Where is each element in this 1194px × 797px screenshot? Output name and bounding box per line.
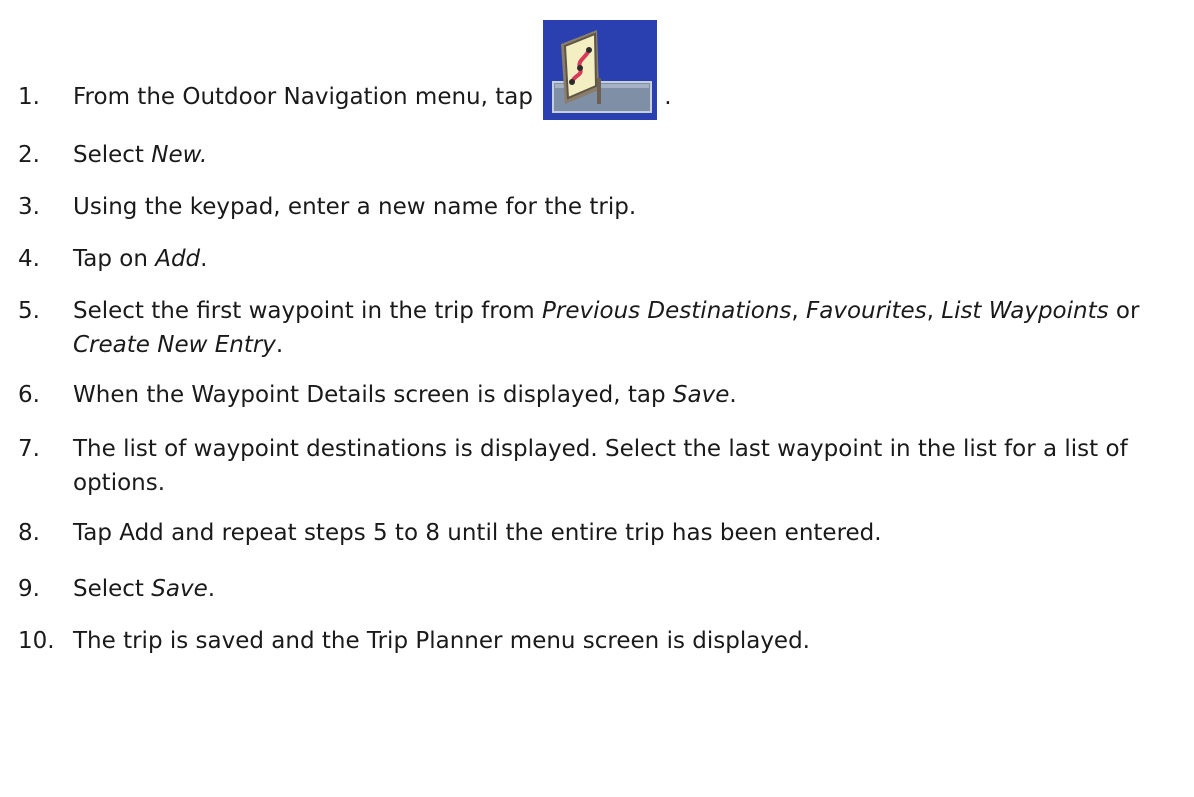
step-text: From the Outdoor Navigation menu, tap . bbox=[73, 19, 1185, 120]
step-number: 1. bbox=[18, 84, 40, 110]
trip-planner-icon bbox=[542, 19, 657, 120]
step-text: The trip is saved and the Trip Planner m… bbox=[73, 624, 1185, 658]
emphasis-text: Save bbox=[151, 576, 208, 602]
text-segment: The trip is saved and the Trip Planner m… bbox=[73, 628, 810, 654]
step-text: Select New. bbox=[73, 138, 1185, 172]
text-segment: Using the keypad, enter a new name for t… bbox=[73, 194, 637, 220]
text-segment: . bbox=[729, 382, 737, 408]
step-number: 4. bbox=[18, 246, 40, 272]
step-text: When the Waypoint Details screen is disp… bbox=[73, 378, 1185, 412]
step-number: 10. bbox=[18, 628, 55, 654]
step-text: The list of waypoint destinations is dis… bbox=[73, 432, 1185, 500]
text-segment: , bbox=[926, 298, 942, 324]
text-segment: From the Outdoor Navigation menu, tap bbox=[73, 84, 533, 110]
text-segment: . bbox=[200, 246, 208, 272]
step-number: 2. bbox=[18, 142, 40, 168]
text-segment: , bbox=[791, 298, 807, 324]
step-number: 5. bbox=[18, 298, 40, 324]
step-number: 6. bbox=[18, 382, 40, 408]
step-text: Tap Add and repeat steps 5 to 8 until th… bbox=[73, 516, 1185, 550]
emphasis-text: Favourites bbox=[806, 298, 927, 324]
text-segment: Select bbox=[73, 142, 152, 168]
text-segment: Select bbox=[73, 576, 152, 602]
text-segment: or bbox=[1108, 298, 1140, 324]
step-text: Tap on Add. bbox=[73, 242, 1185, 276]
emphasis-text: Previous Destinations bbox=[542, 298, 792, 324]
step-number: 9. bbox=[18, 576, 40, 602]
step-number: 7. bbox=[18, 436, 40, 462]
text-segment: Tap on bbox=[73, 246, 156, 272]
text-segment: . bbox=[656, 84, 672, 110]
text-segment: Tap Add and repeat steps 5 to 8 until th… bbox=[73, 520, 882, 546]
emphasis-text: List Waypoints bbox=[941, 298, 1109, 324]
text-segment: When the Waypoint Details screen is disp… bbox=[73, 382, 673, 408]
step-number: 8. bbox=[18, 520, 40, 546]
emphasis-text: Create New Entry bbox=[73, 332, 276, 358]
emphasis-text: Add bbox=[155, 246, 201, 272]
step-number: 3. bbox=[18, 194, 40, 220]
step-text: Select the first waypoint in the trip fr… bbox=[73, 294, 1185, 362]
emphasis-text: Save bbox=[672, 382, 730, 408]
text-segment: . bbox=[275, 332, 284, 358]
step-text: Select Save. bbox=[73, 572, 1185, 606]
text-segment: The list of waypoint destinations is dis… bbox=[73, 436, 1128, 496]
emphasis-text: New. bbox=[151, 142, 208, 168]
text-segment: . bbox=[207, 576, 216, 602]
text-segment: Select the first waypoint in the trip fr… bbox=[73, 298, 543, 324]
step-text: Using the keypad, enter a new name for t… bbox=[73, 190, 1185, 224]
